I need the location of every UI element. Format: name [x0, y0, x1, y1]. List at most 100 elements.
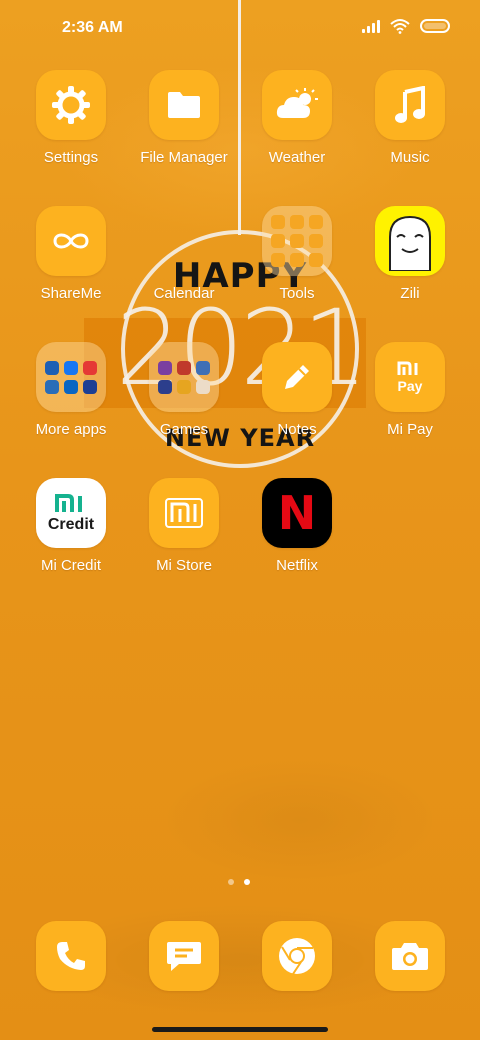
status-icons [362, 18, 450, 34]
mini-app-icon [158, 360, 172, 375]
app-label: File Manager [140, 149, 228, 166]
app-label: Games [159, 421, 209, 438]
signal-icon [362, 19, 380, 33]
app-label: Music [390, 149, 430, 166]
mini-app-icon [83, 379, 97, 394]
app-settings[interactable]: Settings [15, 70, 127, 166]
mini-app-icon [309, 253, 323, 267]
mi-logo-icon [397, 361, 418, 375]
app-zili[interactable]: Zili [354, 206, 466, 302]
app-mi-store[interactable]: Mi Store [128, 478, 240, 574]
battery-icon [420, 19, 450, 33]
folder-preview-grid [158, 360, 210, 394]
folder-icon [168, 92, 200, 118]
phone-icon [57, 942, 85, 970]
zili-tile [375, 206, 445, 276]
page-indicator [228, 879, 250, 885]
camera-icon [392, 943, 428, 970]
mini-app-icon [177, 379, 191, 394]
app-music[interactable]: Music [354, 70, 466, 166]
mi-credit-tile: Credit [36, 478, 106, 548]
folder-preview-grid [271, 215, 323, 267]
dock-chrome[interactable] [241, 921, 353, 991]
folder-tools[interactable]: Tools [241, 206, 353, 302]
app-label: Mi Credit [40, 557, 101, 574]
games-folder-tile [149, 342, 219, 412]
more-apps-folder-tile [36, 342, 106, 412]
app-label: More apps [35, 421, 107, 438]
app-label: Settings [43, 149, 99, 166]
mini-app-icon [158, 379, 172, 394]
mini-app-icon [271, 253, 285, 267]
mi-logo-icon [165, 498, 203, 528]
app-label: Mi Store [156, 557, 212, 574]
app-label: Notes [277, 421, 317, 438]
wifi-icon [390, 19, 410, 34]
netflix-logo: N [277, 486, 317, 540]
app-notes[interactable]: Notes [241, 342, 353, 438]
mini-app-icon [309, 234, 323, 248]
shareme-tile [36, 206, 106, 276]
camera-tile [375, 921, 445, 991]
mi-credit-logo-text: Credit [47, 515, 95, 533]
mi-store-tile [149, 478, 219, 548]
app-label: Netflix [276, 557, 318, 574]
cloud-sun-icon [276, 88, 318, 118]
mi-logo-icon [54, 493, 82, 512]
mini-app-icon [271, 234, 285, 248]
folder-preview-grid [45, 360, 97, 394]
mini-app-icon [290, 253, 304, 267]
music-note-icon [395, 86, 425, 123]
app-file-manager[interactable]: File Manager [128, 70, 240, 166]
mini-app-icon [64, 379, 78, 394]
dock-phone[interactable] [15, 921, 127, 991]
app-weather[interactable]: Weather [241, 70, 353, 166]
pencil-icon [285, 365, 309, 389]
calendar-tile [149, 206, 219, 276]
mi-credit-logo: Credit [47, 493, 95, 533]
app-mi-credit[interactable]: Credit Mi Credit [15, 478, 127, 574]
app-label: Zili [400, 285, 420, 302]
mini-app-icon [196, 360, 210, 375]
mini-app-icon [196, 379, 210, 394]
tools-folder-tile [262, 206, 332, 276]
mini-app-icon [290, 215, 304, 229]
messages-tile [149, 921, 219, 991]
mi-pay-tile: Pay [375, 342, 445, 412]
gear-icon [52, 86, 90, 124]
infinity-icon [53, 233, 89, 249]
message-icon [167, 942, 201, 971]
mini-app-icon [83, 360, 97, 375]
settings-tile [36, 70, 106, 140]
app-label: Tools [279, 285, 315, 302]
app-label: Mi Pay [387, 421, 433, 438]
netflix-tile: N [262, 478, 332, 548]
mini-app-icon [45, 360, 59, 375]
page-dot[interactable] [228, 879, 234, 885]
app-label: Calendar [153, 285, 215, 302]
mini-app-icon [177, 360, 191, 375]
phone-tile [36, 921, 106, 991]
folder-more-apps[interactable]: More apps [15, 342, 127, 438]
page-dot-active[interactable] [244, 879, 250, 885]
file-manager-tile [149, 70, 219, 140]
app-netflix[interactable]: N Netflix [241, 478, 353, 574]
app-label: Weather [268, 149, 326, 166]
notes-tile [262, 342, 332, 412]
home-indicator[interactable] [152, 1027, 328, 1032]
dock-camera[interactable] [354, 921, 466, 991]
mi-pay-logo-text: Pay [397, 378, 423, 394]
mini-app-icon [309, 215, 323, 229]
dock-messages[interactable] [128, 921, 240, 991]
mini-app-icon [271, 215, 285, 229]
mini-app-icon [290, 234, 304, 248]
weather-tile [262, 70, 332, 140]
app-calendar[interactable]: Calendar [128, 206, 240, 302]
folder-games[interactable]: Games [128, 342, 240, 438]
app-label: ShareMe [40, 285, 102, 302]
mi-pay-logo: Pay [397, 361, 423, 393]
ghost-face-icon [389, 215, 431, 271]
app-mi-pay[interactable]: Pay Mi Pay [354, 342, 466, 438]
app-shareme[interactable]: ShareMe [15, 206, 127, 302]
status-time: 2:36 AM [62, 19, 123, 36]
